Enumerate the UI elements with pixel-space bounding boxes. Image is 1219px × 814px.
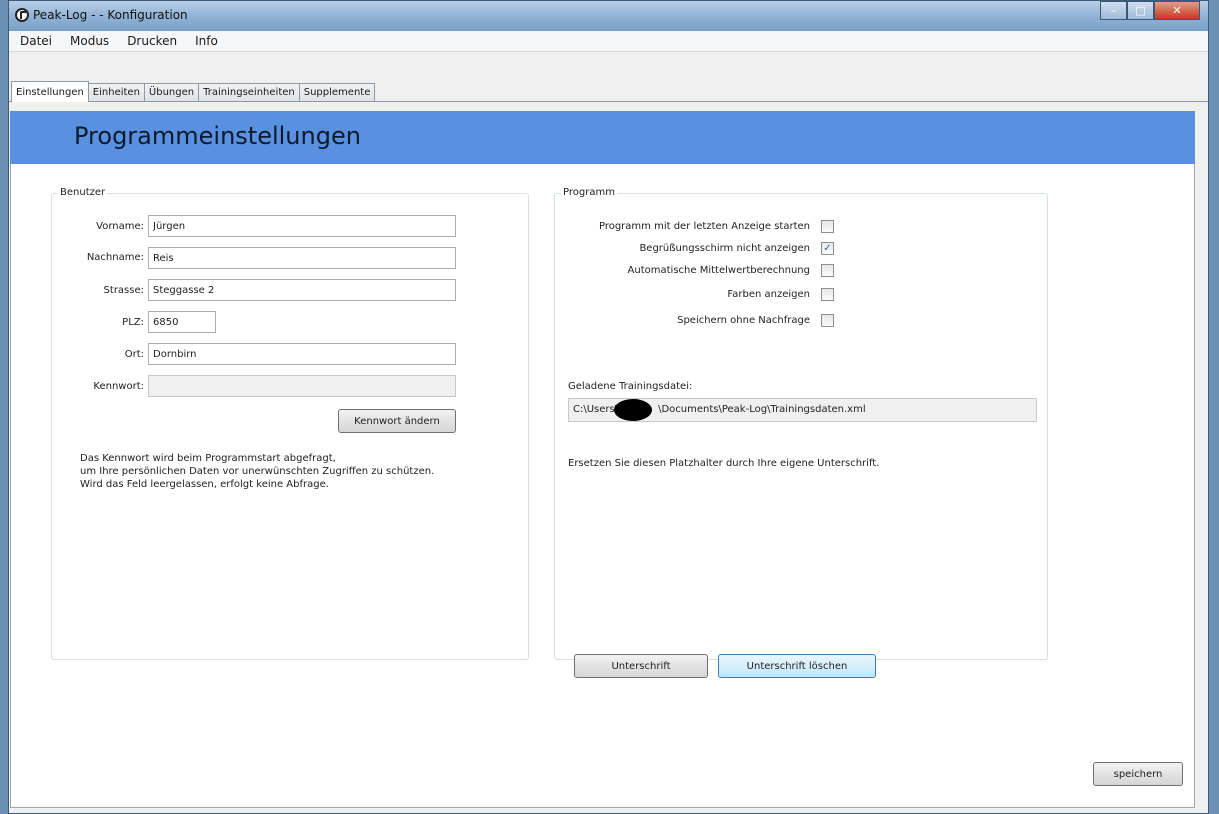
ort-label: Ort: — [124, 349, 144, 360]
option-checkbox-show-colors[interactable] — [821, 288, 834, 301]
minimize-button[interactable]: – — [1100, 1, 1127, 20]
tab-trainingseinheiten[interactable]: Trainingseinheiten — [198, 83, 300, 101]
nachname-label: Nachname: — [86, 252, 144, 263]
save-button[interactable]: speichern — [1093, 762, 1183, 786]
training-file-suffix: \Documents\Peak-Log\Trainingsdaten.xml — [658, 404, 866, 415]
maximize-button[interactable]: □ — [1127, 1, 1154, 20]
user-group-legend: Benutzer — [58, 187, 108, 198]
tab-einheiten[interactable]: Einheiten — [87, 83, 145, 101]
password-info-line: Das Kennwort wird beim Programmstart abg… — [80, 453, 336, 464]
menu-drucken[interactable]: Drucken — [127, 34, 177, 48]
menu-datei[interactable]: Datei — [20, 34, 52, 48]
close-button[interactable]: ✕ — [1154, 1, 1200, 20]
delete-signature-button[interactable]: Unterschrift löschen — [718, 654, 876, 678]
option-checkbox-auto-average[interactable] — [821, 264, 834, 277]
option-checkbox-save-without-prompt[interactable] — [821, 314, 834, 327]
password-field[interactable] — [148, 375, 456, 397]
option-label-save-without-prompt: Speichern ohne Nachfrage — [677, 315, 810, 326]
menu-bar: Datei Modus Drucken Info — [9, 31, 1208, 52]
tab-einstellungen[interactable]: Einstellungen — [11, 81, 89, 102]
page-header: Programmeinstellungen — [10, 111, 1195, 164]
option-checkbox-start-last-view[interactable] — [821, 220, 834, 233]
app-logo-icon — [15, 8, 29, 22]
plz-label: PLZ: — [122, 317, 144, 328]
tab-supplemente[interactable]: Supplemente — [298, 83, 376, 101]
option-label-hide-splash: Begrüßungsschirm nicht anzeigen — [639, 243, 810, 254]
signature-button[interactable]: Unterschrift — [574, 654, 708, 678]
password-info-line: um Ihre persönlichen Daten vor unerwünsc… — [80, 466, 435, 477]
title-bar[interactable]: Peak-Log - - Konfiguration – □ ✕ — [9, 1, 1208, 31]
password-info: Das Kennwort wird beim Programmstart abg… — [80, 452, 520, 491]
plz-field[interactable] — [148, 311, 216, 333]
change-password-button[interactable]: Kennwort ändern — [338, 409, 456, 433]
vorname-label: Vorname: — [96, 221, 144, 232]
option-label-start-last-view: Programm mit der letzten Anzeige starten — [598, 221, 810, 232]
vorname-field[interactable] — [148, 215, 456, 237]
signature-placeholder: Ersetzen Sie diesen Platzhalter durch Ih… — [568, 458, 880, 469]
program-group-legend: Programm — [561, 187, 617, 198]
option-checkbox-hide-splash[interactable]: ✓ — [821, 242, 834, 255]
option-label-show-colors: Farben anzeigen — [727, 289, 810, 300]
tab-uebungen[interactable]: Übungen — [143, 83, 200, 101]
password-info-line: Wird das Feld leergelassen, erfolgt kein… — [80, 479, 329, 490]
nachname-field[interactable] — [148, 247, 456, 269]
redaction-mark — [614, 399, 652, 421]
tab-strip: Einstellungen Einheiten Übungen Training… — [9, 80, 1208, 102]
strasse-field[interactable] — [148, 279, 456, 301]
menu-modus[interactable]: Modus — [70, 34, 109, 48]
training-file-label: Geladene Trainingsdatei: — [568, 381, 693, 392]
menu-info[interactable]: Info — [195, 34, 218, 48]
window-title: Peak-Log - - Konfiguration — [33, 8, 188, 22]
ort-field[interactable] — [148, 343, 456, 365]
kennwort-label: Kennwort: — [93, 381, 144, 392]
program-group: Programm — [554, 187, 1048, 660]
option-label-auto-average: Automatische Mittelwertberechnung — [627, 265, 810, 276]
strasse-label: Strasse: — [103, 285, 144, 296]
training-file-prefix: C:\Users\ — [573, 404, 619, 415]
page-title: Programmeinstellungen — [74, 122, 361, 150]
